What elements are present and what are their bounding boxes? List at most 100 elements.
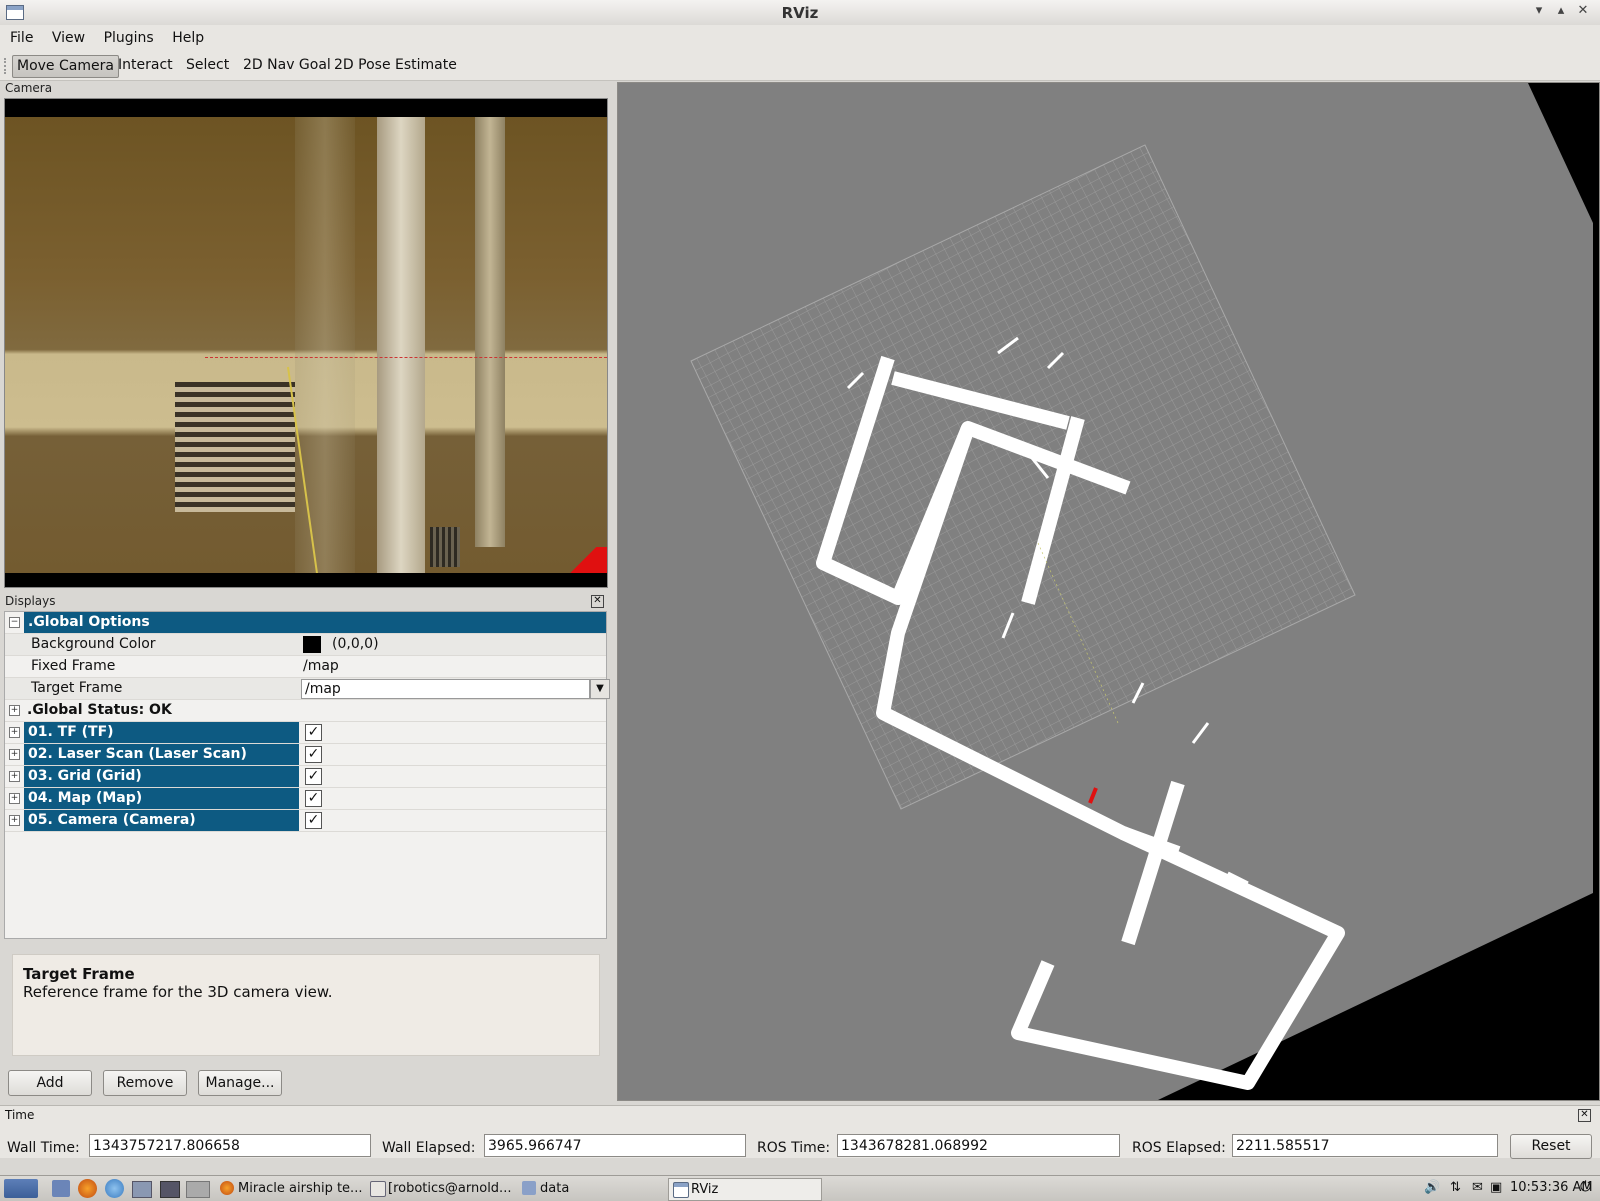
help-box: Target Frame Reference frame for the 3D … [12,954,600,1056]
background-color-row[interactable]: Background Color (0,0,0) [5,634,606,656]
wall-time-label: Wall Time: [7,1140,80,1156]
close-icon[interactable]: ✕ [1574,3,1592,18]
camera-image [5,117,607,573]
minimize-icon[interactable]: ▾ [1530,3,1548,18]
ros-time-label: ROS Time: [757,1140,831,1156]
task-folder[interactable]: data [518,1178,670,1199]
workspace-icon[interactable] [186,1181,210,1198]
property-label: Background Color [31,636,156,652]
expand-icon[interactable]: + [9,727,20,738]
task-label: data [540,1181,570,1196]
tool-2d-pose-estimate[interactable]: 2D Pose Estimate [330,55,461,76]
global-options-label: .Global Options [24,612,606,633]
camera-view[interactable] [4,98,608,588]
display-item[interactable]: + 01. TF (TF) ✓ [5,722,606,744]
menu-help[interactable]: Help [162,25,204,46]
task-terminal[interactable]: [robotics@arnold... [366,1178,528,1199]
ros-elapsed-label: ROS Elapsed: [1132,1140,1226,1156]
camera-panel-title: Camera [5,81,53,95]
firefox-icon[interactable] [78,1179,97,1198]
ros-elapsed-field[interactable]: 2211.585517 [1232,1134,1498,1157]
windows-icon[interactable] [132,1181,152,1198]
task-firefox[interactable]: Miracle airship te... [216,1178,378,1199]
tool-2d-nav-goal[interactable]: 2D Nav Goal [239,55,335,76]
toolbar-grip[interactable] [4,58,8,74]
combo-value: /map [305,681,341,697]
display-item[interactable]: + 04. Map (Map) ✓ [5,788,606,810]
display-item-label: 02. Laser Scan (Laser Scan) [24,744,299,765]
remove-button[interactable]: Remove [103,1070,187,1096]
target-frame-combo[interactable]: /map [301,679,590,699]
checkbox[interactable]: ✓ [305,768,322,785]
toolbar: Move Camera Interact Select 2D Nav Goal … [0,52,1600,81]
displays-tree: − .Global Options Background Color (0,0,… [4,611,610,939]
window-title: RViz [781,4,819,22]
task-rviz[interactable]: RViz [668,1178,822,1201]
display-item[interactable]: + 05. Camera (Camera) ✓ [5,810,606,832]
map-render [618,83,1593,1100]
display-item-label: 04. Map (Map) [24,788,299,809]
wall-elapsed-label: Wall Elapsed: [382,1140,476,1156]
close-time-icon[interactable]: ✕ [1578,1109,1591,1122]
display-item[interactable]: + 02. Laser Scan (Laser Scan) ✓ [5,744,606,766]
desktop-icon[interactable] [160,1181,180,1198]
display-item[interactable]: + 03. Grid (Grid) ✓ [5,766,606,788]
add-button[interactable]: Add [8,1070,92,1096]
checkbox[interactable]: ✓ [305,746,322,763]
menu-view[interactable]: View [42,25,85,46]
tool-select[interactable]: Select [182,55,233,76]
global-status-label: .Global Status: OK [27,702,172,718]
ros-time-field[interactable]: 1343678281.068992 [837,1134,1120,1157]
volume-icon[interactable]: 🔊 [1424,1180,1440,1195]
chevron-down-icon[interactable]: ▼ [590,679,610,699]
collapse-icon[interactable]: − [9,617,20,628]
title-bar: RViz ▾ ▴ ✕ [0,0,1600,26]
browser-icon[interactable] [105,1179,124,1198]
expand-icon[interactable]: + [9,705,20,716]
target-frame-row[interactable]: Target Frame /map ▼ [5,678,610,700]
time-panel-title: Time [5,1108,35,1122]
reset-button[interactable]: Reset [1510,1134,1592,1159]
help-text: Reference frame for the 3D camera view. [23,983,333,1001]
manage-button[interactable]: Manage... [198,1070,282,1096]
tool-move-camera[interactable]: Move Camera [12,55,119,78]
fixed-frame-row[interactable]: Fixed Frame /map [5,656,606,678]
property-value: (0,0,0) [332,636,379,652]
menu-plugins[interactable]: Plugins [94,25,154,46]
checkbox[interactable]: ✓ [305,812,322,829]
expand-icon[interactable]: + [9,815,20,826]
task-label: Miracle airship te... [238,1181,363,1196]
property-value[interactable]: /map [303,656,339,677]
menu-file[interactable]: File [0,25,33,46]
global-options-row[interactable]: − .Global Options [5,612,606,634]
3d-view[interactable] [617,82,1600,1101]
display-item-label: 01. TF (TF) [24,722,299,743]
display-item-label: 03. Grid (Grid) [24,766,299,787]
displays-panel-title: Displays [5,594,56,608]
mail-icon[interactable]: ✉ [1472,1180,1483,1195]
updates-icon[interactable]: ▣ [1490,1180,1502,1195]
color-swatch[interactable] [303,636,321,653]
task-label: [robotics@arnold... [388,1181,512,1196]
wall-time-field[interactable]: 1343757217.806658 [89,1134,371,1157]
tool-interact[interactable]: Interact [114,55,177,76]
network-icon[interactable]: ⇅ [1450,1180,1461,1195]
checkbox[interactable]: ✓ [305,724,322,741]
expand-icon[interactable]: + [9,793,20,804]
expand-icon[interactable]: + [9,749,20,760]
global-status-row[interactable]: + .Global Status: OK [5,700,606,722]
start-menu-icon[interactable] [4,1179,38,1198]
terminal-icon [370,1181,386,1197]
expand-icon[interactable]: + [9,771,20,782]
help-title: Target Frame [23,965,135,983]
wall-elapsed-field[interactable]: 3965.966747 [484,1134,746,1157]
maximize-icon[interactable]: ▴ [1552,3,1570,18]
file-manager-icon[interactable] [52,1180,70,1197]
property-label: Fixed Frame [31,658,116,674]
task-label: RViz [691,1182,719,1197]
close-displays-icon[interactable]: ✕ [591,595,604,608]
power-icon[interactable]: ⏻ [1580,1179,1591,1195]
checkbox[interactable]: ✓ [305,790,322,807]
folder-icon [522,1181,536,1195]
menu-bar: File View Plugins Help [0,25,1600,52]
